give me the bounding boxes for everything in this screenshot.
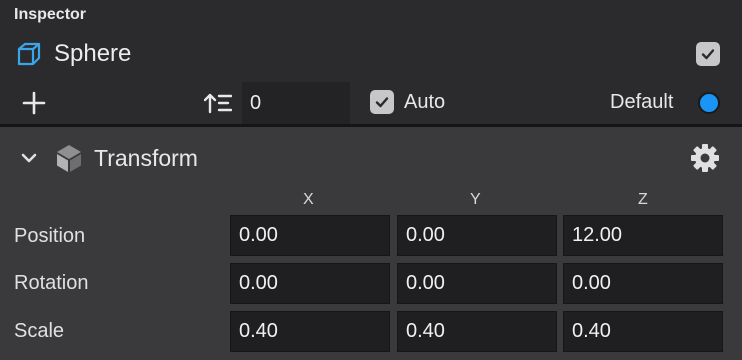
add-component-button[interactable] (22, 91, 46, 115)
default-label: Default (610, 91, 674, 113)
gear-icon[interactable] (690, 143, 720, 173)
transform-icon (57, 145, 81, 172)
object-name[interactable]: Sphere (54, 40, 131, 68)
scale-x-field[interactable] (230, 311, 390, 352)
checkmark-icon (701, 49, 715, 60)
order-input[interactable] (242, 82, 350, 124)
panel-title: Inspector (14, 6, 87, 23)
position-x-field[interactable] (230, 215, 390, 256)
checkmark-icon (375, 97, 389, 108)
scale-z-field[interactable] (563, 311, 723, 352)
position-label: Position (14, 225, 86, 247)
sort-order-icon (204, 93, 232, 114)
rotation-z-field[interactable] (563, 263, 723, 304)
rotation-y-field[interactable] (397, 263, 557, 304)
position-z-field[interactable] (563, 215, 723, 256)
scale-label: Scale (14, 320, 65, 342)
position-y-field[interactable] (397, 215, 557, 256)
axis-label-y: Y (470, 191, 481, 208)
scale-y-field[interactable] (397, 311, 557, 352)
cube-outline-icon (17, 42, 41, 66)
axis-label-x: X (303, 191, 314, 208)
component-title: Transform (94, 145, 198, 171)
auto-label: Auto (404, 91, 446, 113)
active-checkbox[interactable] (696, 42, 720, 66)
rotation-x-field[interactable] (230, 263, 390, 304)
chevron-down-icon[interactable] (20, 151, 38, 165)
default-radio[interactable] (698, 92, 720, 114)
rotation-label: Rotation (14, 272, 89, 294)
auto-checkbox[interactable] (370, 90, 394, 114)
axis-label-z: Z (638, 191, 648, 208)
